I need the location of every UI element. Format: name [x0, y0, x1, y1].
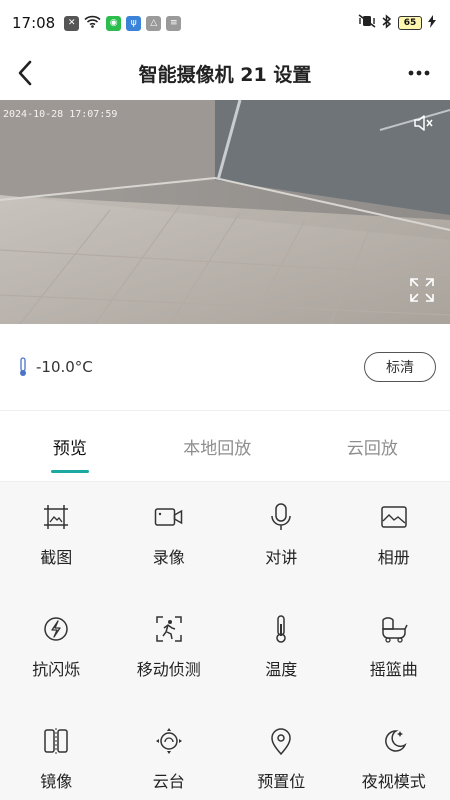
screenshot-button[interactable]: 截图	[0, 482, 113, 594]
feature-label: 预置位	[257, 772, 306, 791]
feature-label: 镜像	[40, 772, 73, 791]
tab-label: 云回放	[346, 438, 398, 459]
feature-label: 夜视模式	[361, 772, 426, 791]
temperature-display: -10.0°C	[18, 357, 93, 377]
tab-cloud-playback[interactable]: 云回放	[295, 411, 450, 481]
feature-label: 相册	[377, 548, 410, 567]
storage-icon: ≡	[166, 15, 182, 31]
feature-label: 云台	[152, 772, 185, 791]
feature-grid: 截图 录像 对讲 相册 抗闪烁 移动侦测 温度 摇篮曲 镜像 云台 预置位 夜视…	[0, 482, 450, 800]
night-vision-icon	[379, 726, 409, 756]
temperature-value: -10.0°C	[36, 358, 93, 376]
usb-icon: ψ	[126, 15, 142, 31]
screenshot-icon	[41, 502, 71, 532]
bluetooth-icon	[382, 13, 392, 33]
tab-preview[interactable]: 预览	[0, 411, 140, 481]
battery-icon: 65	[398, 16, 422, 30]
album-button[interactable]: 相册	[338, 482, 450, 594]
notification-close-icon: ✕	[64, 15, 80, 31]
microphone-icon	[266, 502, 296, 532]
feature-label: 截图	[40, 548, 73, 567]
video-quality-button[interactable]: 标清	[364, 352, 436, 382]
mirror-icon	[41, 726, 71, 756]
fullscreen-button[interactable]	[408, 276, 436, 304]
ptz-button[interactable]: 云台	[113, 706, 226, 800]
motion-detect-icon	[154, 614, 184, 644]
chevron-left-icon	[18, 60, 32, 86]
mute-toggle-button[interactable]	[412, 112, 434, 134]
vibrate-mute-icon	[358, 14, 376, 32]
camera-scene	[0, 100, 450, 324]
preset-position-button[interactable]: 预置位	[225, 706, 338, 800]
tab-label: 预览	[52, 438, 87, 459]
location-pin-icon	[266, 726, 296, 756]
app-notification-icon: △	[146, 15, 162, 31]
temperature-button[interactable]: 温度	[225, 594, 338, 706]
feature-label: 对讲	[265, 548, 298, 567]
more-options-button[interactable]	[402, 56, 436, 90]
video-record-icon	[154, 502, 184, 532]
feature-label: 移动侦测	[136, 660, 201, 679]
charging-icon	[428, 14, 436, 32]
fullscreen-icon	[410, 278, 434, 302]
video-timestamp: 2024-10-28 17:07:59	[3, 109, 118, 120]
thermometer-icon	[266, 614, 296, 644]
motion-detection-button[interactable]: 移动侦测	[113, 594, 226, 706]
status-bar: 17:08 ✕ ◉ ψ △ ≡ 65	[0, 0, 450, 46]
more-dots-icon	[408, 70, 430, 76]
intercom-button[interactable]: 对讲	[225, 482, 338, 594]
cradle-icon	[379, 614, 409, 644]
camera-info-row: -10.0°C 标清	[0, 324, 450, 410]
feature-label: 抗闪烁	[32, 660, 81, 679]
anti-flicker-icon	[41, 614, 71, 644]
speaker-muted-icon	[414, 115, 433, 131]
feature-label: 摇篮曲	[369, 660, 418, 679]
tab-label: 本地回放	[183, 438, 252, 459]
mirror-button[interactable]: 镜像	[0, 706, 113, 800]
page-title: 智能摄像机 21 设置	[138, 63, 312, 86]
thermometer-small-icon	[20, 357, 26, 376]
status-time: 17:08	[12, 14, 56, 32]
record-video-button[interactable]: 录像	[113, 482, 226, 594]
album-icon	[379, 502, 409, 532]
feature-label: 温度	[265, 660, 298, 679]
tab-local-playback[interactable]: 本地回放	[140, 411, 295, 481]
feature-label: 录像	[152, 548, 185, 567]
playback-tabs: 预览 本地回放 云回放	[0, 410, 450, 482]
wechat-icon: ◉	[106, 15, 122, 31]
active-tab-indicator	[50, 470, 89, 473]
lullaby-button[interactable]: 摇篮曲	[338, 594, 450, 706]
ptz-icon	[154, 726, 184, 756]
back-button[interactable]	[8, 56, 42, 90]
anti-flicker-button[interactable]: 抗闪烁	[0, 594, 113, 706]
night-vision-button[interactable]: 夜视模式	[338, 706, 450, 800]
wifi-icon	[84, 14, 101, 32]
camera-live-view[interactable]: 2024-10-28 17:07:59	[0, 100, 450, 324]
app-header: 智能摄像机 21 设置	[0, 46, 450, 100]
